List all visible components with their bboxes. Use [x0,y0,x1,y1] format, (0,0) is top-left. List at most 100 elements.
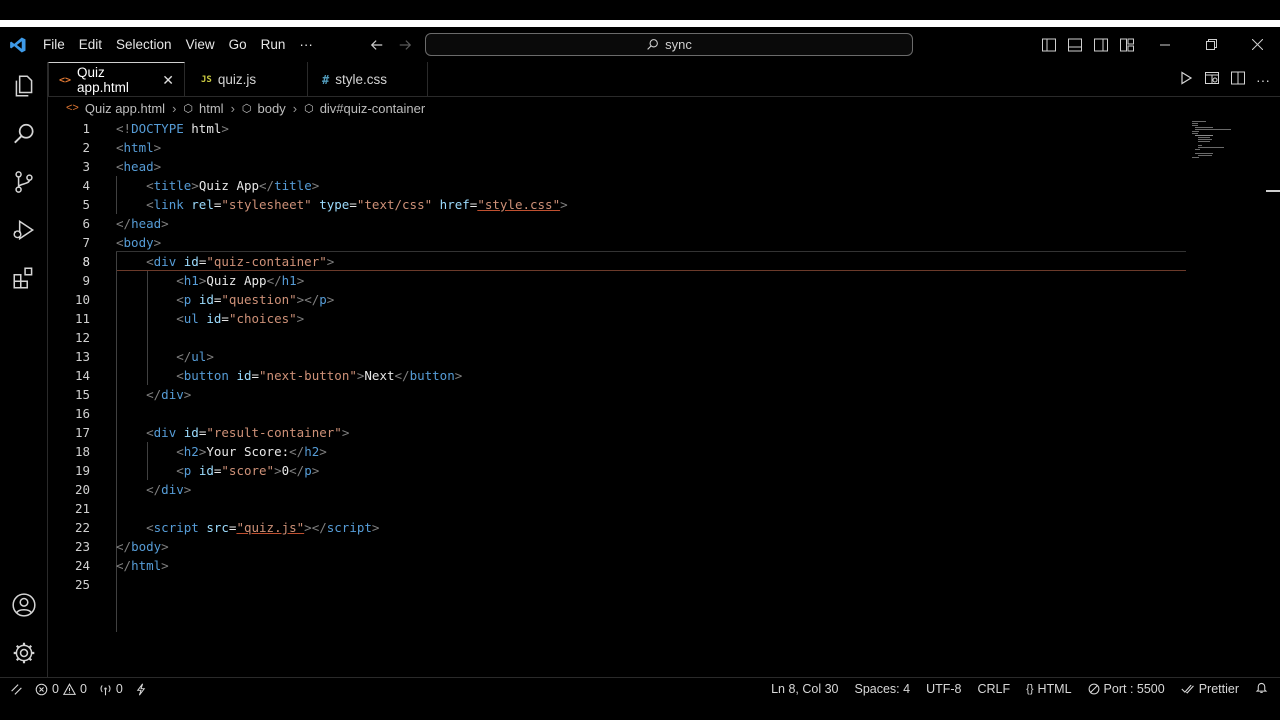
explorer-icon[interactable] [0,62,48,110]
tab-label: Quiz app.html [77,65,129,95]
extensions-icon[interactable] [0,254,48,302]
warning-icon [62,682,76,695]
menu-selection[interactable]: Selection [109,27,179,62]
vscode-logo-icon [0,27,36,62]
breadcrumb: <> Quiz app.html › ⬡ html › ⬡ body › ⬡ d… [48,97,1280,119]
chevron-right-icon: › [172,100,177,116]
menu-go[interactable]: Go [222,27,254,62]
code-line-11: <ul id="choices"> [176,311,305,326]
no-entry-icon [1088,683,1099,695]
open-preview-icon[interactable] [1204,70,1220,89]
close-icon[interactable]: ✕ [162,72,174,89]
lightning-icon[interactable] [135,683,147,696]
port-label: Port : 5500 [1103,682,1165,696]
breadcrumb-html[interactable]: html [199,101,224,116]
prettier-status[interactable]: Prettier [1181,682,1239,696]
forward-arrow-icon[interactable] [396,36,414,54]
customize-layout-icon[interactable] [1118,36,1136,54]
menu-run[interactable]: Run [254,27,293,62]
top-black-band [0,0,1280,20]
notifications-bell-icon[interactable] [1255,681,1268,697]
code-line-22: <script src="quiz.js"></script> [146,520,380,535]
search-text: sync [665,37,692,52]
minimap[interactable] [1186,119,1280,677]
search-view-icon[interactable] [0,110,48,158]
run-debug-icon[interactable] [0,206,48,254]
code-line-14: <button id="next-button">Next</button> [176,368,463,383]
error-count: 0 [52,682,59,696]
toggle-panel-icon[interactable] [1066,36,1084,54]
source-control-icon[interactable] [0,158,48,206]
code-line-10: <p id="question"></p> [176,292,335,307]
problems-indicator[interactable]: 0 0 [35,682,87,696]
code-line-7: <body> [116,235,162,250]
language-label: HTML [1037,682,1072,696]
restore-icon[interactable] [1188,27,1234,62]
breadcrumb-div[interactable]: div#quiz-container [320,101,426,116]
remote-indicator-icon[interactable] [10,683,23,696]
menu-file[interactable]: File [36,27,72,62]
menu-view[interactable]: View [179,27,222,62]
language-mode[interactable]: {} HTML [1026,682,1071,696]
code-line-13: </ul> [176,349,214,364]
layout-controls [1040,27,1136,62]
split-editor-icon[interactable] [1230,70,1246,89]
gutter-row: 16 [48,404,1186,423]
manage-gear-icon[interactable] [0,629,48,677]
tab-style-css[interactable]: # style.css [308,62,428,97]
accounts-icon[interactable] [0,581,48,629]
code-line-20: </div> [146,482,192,497]
status-left: 0 0 0 [0,682,147,696]
cursor-position[interactable]: Ln 8, Col 30 [771,682,838,696]
gutter-row: 25 [48,575,1186,594]
encoding[interactable]: UTF-8 [926,682,961,696]
code-line-5: <link rel="stylesheet" type="text/css" h… [146,197,568,212]
toggle-secondary-sidebar-icon[interactable] [1092,36,1110,54]
menu-more[interactable]: ··· [292,27,320,62]
line-number: 16 [74,406,90,421]
live-server-port[interactable]: Port : 5500 [1088,682,1165,696]
command-center-search[interactable]: sync [425,33,913,56]
breadcrumb-body[interactable]: body [258,101,286,116]
code-line-19: <p id="score">0</p> [176,463,320,478]
activity-bottom [0,581,48,677]
code-editor[interactable]: 25 24 23 22 21 20 19 18 17 16 15 14 13 12 11 10 9 8 7 6 5 4 3 2… [48,119,1186,677]
line-ending[interactable]: CRLF [978,682,1011,696]
line-number: 21 [74,501,90,516]
minimap-preview [1192,121,1231,158]
toggle-primary-sidebar-icon[interactable] [1040,36,1058,54]
ports-count: 0 [115,682,123,696]
code-line-1: <!DOCTYPE html> [116,121,229,136]
ports-indicator[interactable]: 0 [99,682,123,696]
tab-quiz-js[interactable]: JS quiz.js [185,62,308,97]
double-check-icon [1181,684,1194,694]
html-file-icon: <> [59,74,72,86]
more-actions-icon[interactable]: ··· [1256,72,1270,88]
tab-label: quiz.js [217,72,257,87]
close-window-icon[interactable] [1234,27,1280,62]
code-line-9: <h1>Quiz App</h1> [176,273,305,288]
broadcast-icon [100,684,111,695]
menu-edit[interactable]: Edit [72,27,109,62]
element-icon: ⬡ [241,102,252,115]
run-icon[interactable] [1178,70,1194,89]
indentation[interactable]: Spaces: 4 [854,682,910,696]
code-line-2: <html> [116,140,162,155]
prettier-label: Prettier [1198,682,1239,696]
tab-label: style.css [335,72,387,87]
code-line-3: <head> [116,159,162,174]
element-icon: ⬡ [304,102,314,115]
back-arrow-icon[interactable] [368,36,386,54]
css-file-icon: # [322,72,330,87]
element-icon: ⬡ [183,102,194,115]
minimize-icon[interactable] [1142,27,1188,62]
code-line-24: </html> [116,558,169,573]
code-line-15: </div> [146,387,192,402]
tab-quiz-app-html[interactable]: <> Quiz app.html ✕ [48,62,185,97]
window-controls [1142,27,1280,62]
activity-bar [0,62,48,677]
breadcrumb-file[interactable]: Quiz app.html [85,101,165,116]
scrollbar-thumb[interactable] [1266,190,1280,192]
code-line-6: </head> [116,216,169,231]
status-right: Ln 8, Col 30 Spaces: 4 UTF-8 CRLF {} HTM… [771,678,1268,700]
